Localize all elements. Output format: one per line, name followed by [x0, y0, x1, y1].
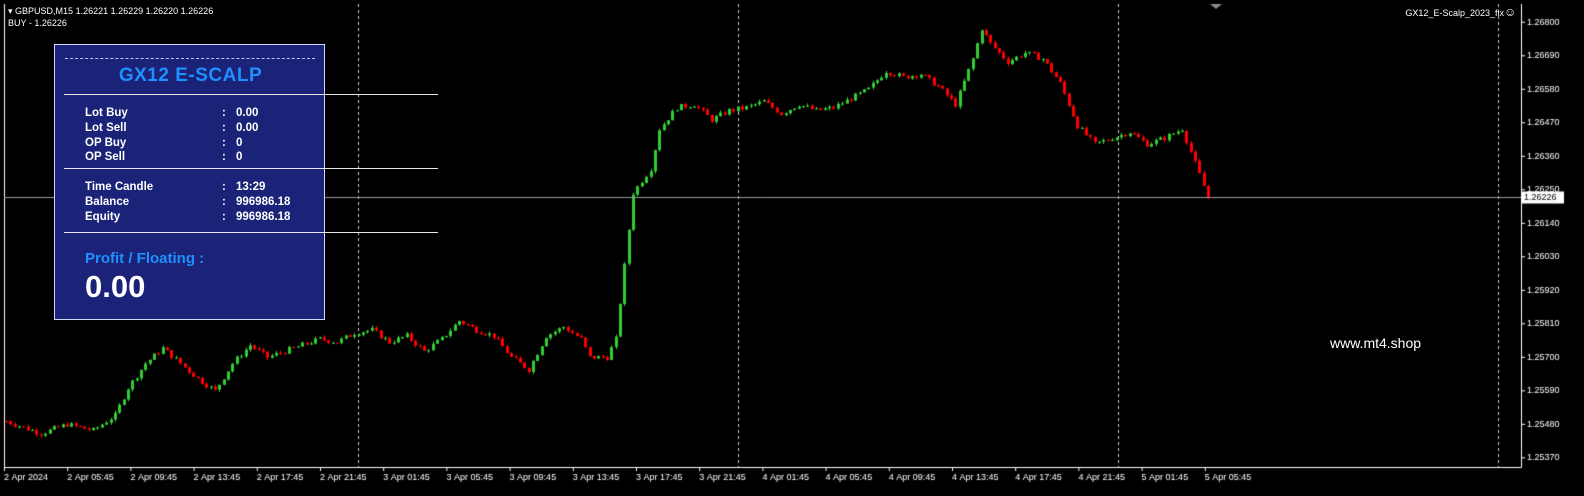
ea-label[interactable]: GX12_E-Scalp_2023_fix — [1405, 8, 1504, 18]
dropdown-triangle-icon[interactable]: ▾ — [8, 6, 13, 16]
panel-row-time-candle: Time Candle:13:29 — [85, 181, 265, 193]
row-colon: : — [222, 122, 226, 134]
row-value: 0 — [236, 137, 243, 149]
symbol-info: ▾ GBPUSD,M15 1.26221 1.26229 1.26220 1.2… — [8, 6, 213, 17]
panel-dashed-divider — [65, 58, 315, 59]
order-line: BUY - 1.26226 — [8, 18, 67, 28]
row-key: OP Buy — [85, 137, 127, 149]
row-key: Balance — [85, 196, 130, 208]
panel-divider-2 — [64, 168, 438, 169]
panel-row-balance: Balance:996986.18 — [85, 196, 290, 208]
panel-row-op-sell: OP Sell:0 — [85, 151, 242, 163]
profit-floating-value: 0.00 — [85, 269, 146, 304]
symbol-line: GBPUSD,M15 1.26221 1.26229 1.26220 1.262… — [15, 6, 214, 16]
watermark: www.mt4.shop — [1330, 335, 1422, 351]
row-value: 13:29 — [236, 181, 266, 193]
ea-info-panel: GX12 E-SCALP Lot Buy:0.00 Lot Sell:0.00 … — [54, 44, 325, 320]
row-key: Lot Buy — [85, 107, 128, 119]
row-key: Time Candle — [85, 181, 154, 193]
row-value: 0.00 — [236, 122, 259, 134]
row-key: Equity — [85, 211, 121, 223]
row-colon: : — [222, 137, 226, 149]
panel-divider-3 — [64, 232, 438, 233]
panel-row-lot-buy: Lot Buy:0.00 — [85, 107, 258, 119]
row-colon: : — [222, 196, 226, 208]
row-value: 996986.18 — [236, 211, 291, 223]
panel-row-op-buy: OP Buy:0 — [85, 137, 242, 149]
row-colon: : — [222, 151, 226, 163]
profit-floating-label: Profit / Floating : — [85, 250, 205, 267]
row-value: 996986.18 — [236, 196, 291, 208]
panel-row-lot-sell: Lot Sell:0.00 — [85, 122, 258, 134]
panel-row-equity: Equity:996986.18 — [85, 211, 290, 223]
panel-divider-1 — [64, 94, 438, 95]
row-value: 0 — [236, 151, 243, 163]
row-colon: : — [222, 107, 226, 119]
panel-title: GX12 E-SCALP — [118, 65, 263, 86]
row-colon: : — [222, 181, 226, 193]
row-colon: : — [222, 211, 226, 223]
row-key: Lot Sell — [85, 122, 127, 134]
row-value: 0.00 — [236, 107, 259, 119]
row-key: OP Sell — [85, 151, 126, 163]
smiley-icon[interactable]: ☺ — [1504, 6, 1516, 18]
